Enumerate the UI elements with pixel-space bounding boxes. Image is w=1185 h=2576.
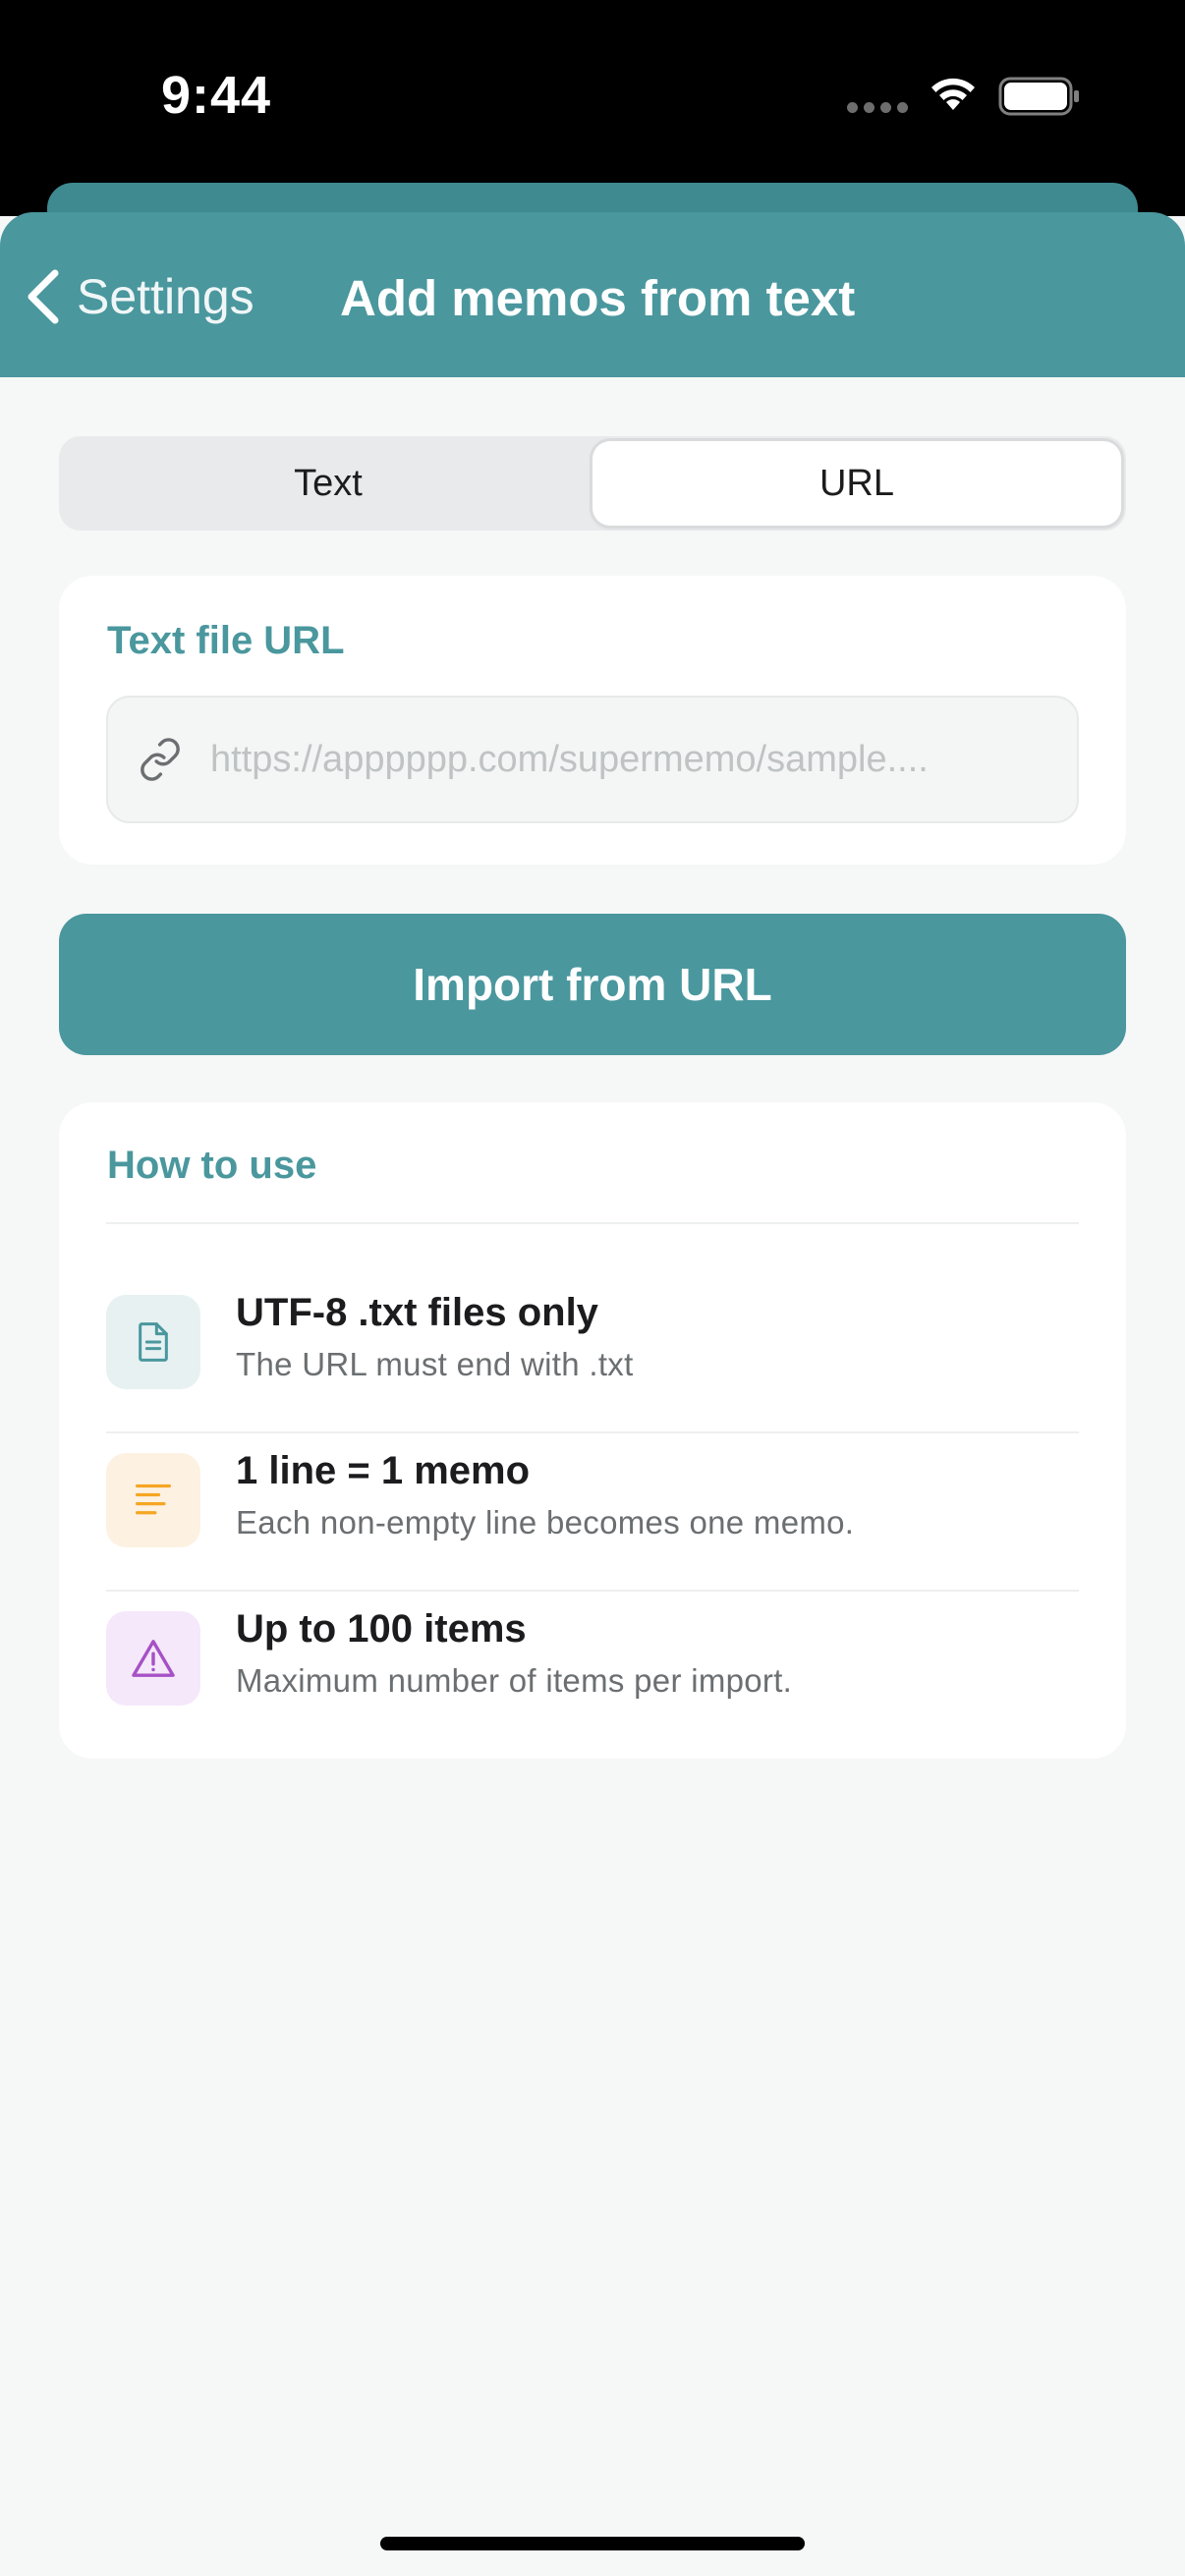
- help-item-description: Maximum number of items per import.: [236, 1662, 793, 1699]
- mode-segmented-control: Text URL: [59, 436, 1126, 531]
- url-section-title: Text file URL: [107, 619, 345, 662]
- page-title: Add memos from text: [340, 270, 856, 326]
- lines-icon: [136, 1484, 171, 1515]
- document-icon: [139, 1322, 168, 1362]
- how-to-use-card: How to use UTF-8 .txt files only The URL…: [59, 1102, 1126, 1759]
- help-item-description: The URL must end with .txt: [236, 1346, 634, 1382]
- chevron-left-icon: [28, 269, 59, 324]
- wifi-icon: [931, 78, 975, 110]
- back-button[interactable]: Settings: [24, 261, 254, 332]
- import-from-url-button[interactable]: Import from URL: [59, 914, 1126, 1055]
- navigation-bar: Settings Add memos from text: [0, 212, 1185, 377]
- url-card: Text file URL: [59, 576, 1126, 865]
- battery-icon: [998, 77, 1079, 116]
- help-icon-box: [106, 1611, 200, 1706]
- url-input[interactable]: [210, 738, 1055, 781]
- help-icon-box: [106, 1295, 200, 1389]
- segment-url[interactable]: URL: [592, 441, 1121, 526]
- home-indicator: [380, 2537, 805, 2550]
- help-item-title: UTF-8 .txt files only: [236, 1291, 598, 1334]
- help-item: 1 line = 1 memo Each non-empty line beco…: [106, 1433, 1079, 1592]
- help-item-title: Up to 100 items: [236, 1607, 527, 1651]
- how-to-use-title: How to use: [107, 1144, 317, 1187]
- url-field[interactable]: [106, 696, 1079, 823]
- help-item-description: Each non-empty line becomes one memo.: [236, 1504, 855, 1540]
- help-item: UTF-8 .txt files only The URL must end w…: [106, 1275, 1079, 1433]
- help-icon-box: [106, 1453, 200, 1547]
- help-item: Up to 100 items Maximum number of items …: [106, 1592, 1079, 1750]
- divider: [106, 1222, 1079, 1224]
- status-time: 9:44: [161, 66, 272, 125]
- help-item-title: 1 line = 1 memo: [236, 1449, 531, 1492]
- segment-text[interactable]: Text: [64, 441, 592, 526]
- warning-icon: [132, 1640, 175, 1677]
- link-icon: [141, 738, 180, 781]
- back-button-label: Settings: [77, 269, 254, 324]
- signal-dots-icon: [847, 102, 908, 113]
